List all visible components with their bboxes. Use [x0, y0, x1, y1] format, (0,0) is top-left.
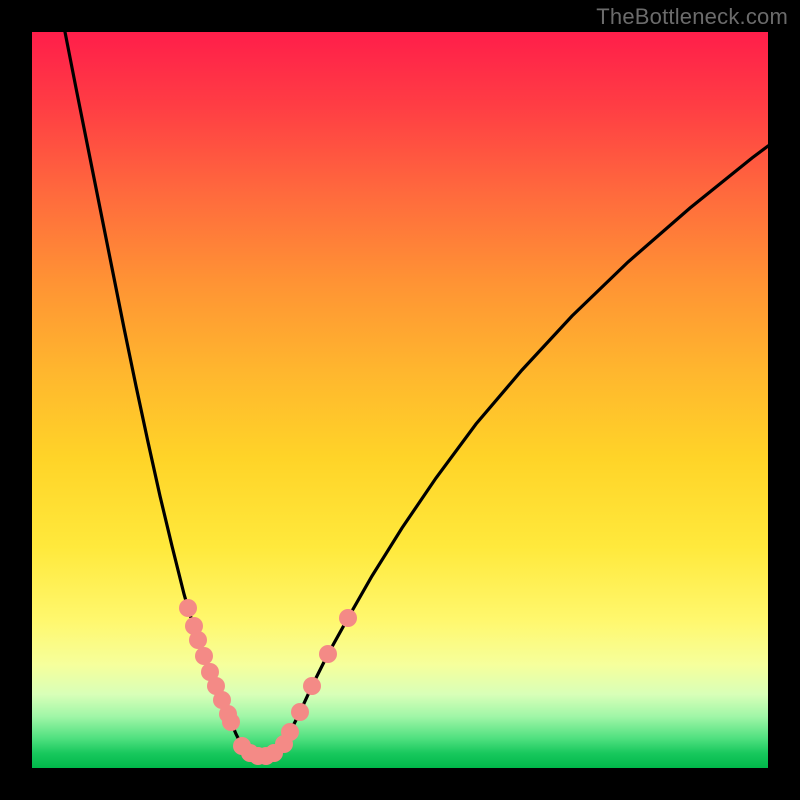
- curve-markers: [179, 599, 357, 765]
- curve-marker: [319, 645, 337, 663]
- plot-area: [32, 32, 768, 768]
- curve-marker: [339, 609, 357, 627]
- curve-marker: [189, 631, 207, 649]
- curve-marker: [222, 713, 240, 731]
- chart-frame: TheBottleneck.com: [0, 0, 800, 800]
- watermark-text: TheBottleneck.com: [596, 4, 788, 30]
- bottleneck-curve-svg: [32, 32, 768, 768]
- curve-marker: [281, 723, 299, 741]
- curve-marker: [179, 599, 197, 617]
- bottleneck-curve: [65, 32, 768, 756]
- curve-marker: [303, 677, 321, 695]
- curve-marker: [195, 647, 213, 665]
- curve-marker: [291, 703, 309, 721]
